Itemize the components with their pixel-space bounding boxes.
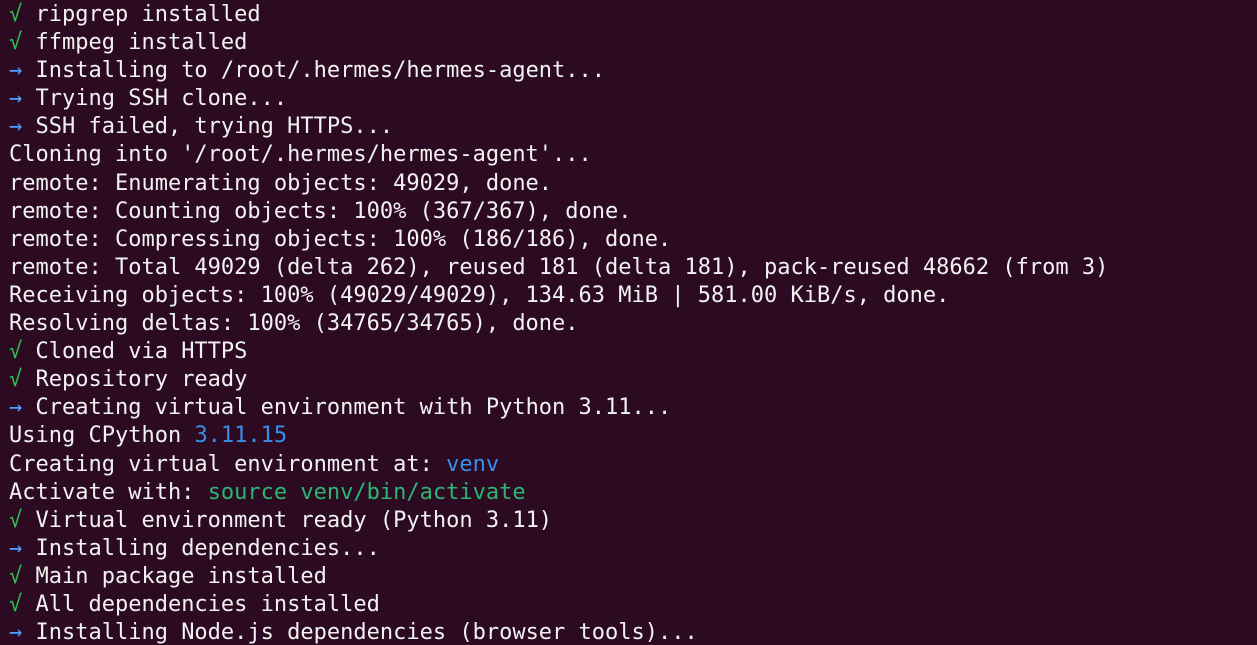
- checkmark-icon: √: [9, 367, 23, 393]
- line-text: ripgrep installed: [22, 2, 261, 27]
- terminal-output: √ ripgrep installed √ ffmpeg installed → I…: [9, 1, 1257, 645]
- line-text: Creating virtual environment with Python…: [22, 395, 672, 421]
- line-text: remote: Counting objects: 100% (367/367)…: [9, 198, 632, 224]
- terminal-line: → Installing to /root/.hermes/hermes-age…: [9, 57, 1257, 85]
- line-text: Virtual environment ready (Python 3.11): [22, 507, 553, 533]
- terminal-line: remote: Compressing objects: 100% (186/1…: [9, 226, 1257, 254]
- line-text: Installing to /root/.hermes/hermes-agent…: [22, 58, 606, 84]
- terminal-line: remote: Total 49029 (delta 262), reused …: [9, 254, 1257, 282]
- terminal-line: √ Cloned via HTTPS: [9, 338, 1257, 366]
- terminal-line: → SSH failed, trying HTTPS...: [9, 113, 1257, 141]
- line-text: Installing Node.js dependencies (browser…: [22, 620, 698, 645]
- arrow-right-icon: →: [9, 620, 23, 645]
- checkmark-icon: √: [9, 30, 23, 56]
- line-text: ffmpeg installed: [22, 30, 248, 56]
- terminal-line: → Installing dependencies...: [9, 535, 1257, 563]
- line-text: Repository ready: [22, 367, 248, 393]
- line-text: Cloning into '/root/.hermes/hermes-agent…: [9, 142, 592, 168]
- terminal-line: Creating virtual environment at: venv: [9, 451, 1257, 479]
- arrow-right-icon: →: [9, 58, 23, 84]
- terminal-line: √ ripgrep installed: [9, 1, 1257, 29]
- line-text: remote: Total 49029 (delta 262), reused …: [9, 254, 1109, 280]
- terminal-line: √ ffmpeg installed: [9, 29, 1257, 57]
- terminal-line: √ All dependencies installed: [9, 591, 1257, 619]
- terminal-line: √ Repository ready: [9, 366, 1257, 394]
- checkmark-icon: √: [9, 563, 23, 589]
- terminal-line: Receiving objects: 100% (49029/49029), 1…: [9, 282, 1257, 310]
- line-text: Resolving deltas: 100% (34765/34765), do…: [9, 311, 579, 337]
- line-text: Receiving objects: 100% (49029/49029), 1…: [9, 282, 950, 308]
- terminal-line: → Installing Node.js dependencies (brows…: [9, 619, 1257, 645]
- terminal-line: Activate with: source venv/bin/activate: [9, 479, 1257, 507]
- terminal-line: remote: Enumerating objects: 49029, done…: [9, 170, 1257, 198]
- line-text: Activate with:: [9, 479, 208, 505]
- line-text: Using CPython: [9, 423, 195, 449]
- terminal-line: Using CPython 3.11.15: [9, 422, 1257, 450]
- terminal-line: Cloning into '/root/.hermes/hermes-agent…: [9, 141, 1257, 169]
- checkmark-icon: √: [9, 507, 23, 533]
- checkmark-icon: √: [9, 591, 23, 617]
- arrow-right-icon: →: [9, 86, 23, 112]
- highlighted-text: source venv/bin/activate: [207, 479, 526, 505]
- line-text: remote: Enumerating objects: 49029, done…: [9, 170, 553, 196]
- terminal-line: √ Virtual environment ready (Python 3.11…: [9, 507, 1257, 535]
- arrow-right-icon: →: [9, 395, 23, 421]
- line-text: Installing dependencies...: [22, 535, 380, 561]
- line-text: SSH failed, trying HTTPS...: [22, 114, 394, 140]
- terminal-line: → Trying SSH clone...: [9, 85, 1257, 113]
- line-text: Cloned via HTTPS: [22, 339, 248, 365]
- terminal-line: → Creating virtual environment with Pyth…: [9, 394, 1257, 422]
- checkmark-icon: √: [9, 2, 23, 27]
- arrow-right-icon: →: [9, 535, 23, 561]
- highlighted-text: 3.11.15: [194, 423, 288, 449]
- highlighted-text: venv: [446, 451, 500, 477]
- terminal-window[interactable]: √ ripgrep installed √ ffmpeg installed → I…: [0, 0, 1257, 645]
- line-text: All dependencies installed: [22, 591, 380, 617]
- line-text: Creating virtual environment at:: [9, 451, 447, 477]
- line-text: remote: Compressing objects: 100% (186/1…: [9, 226, 672, 252]
- arrow-right-icon: →: [9, 114, 23, 140]
- line-text: Main package installed: [22, 563, 327, 589]
- terminal-line: √ Main package installed: [9, 563, 1257, 591]
- checkmark-icon: √: [9, 339, 23, 365]
- line-text: Trying SSH clone...: [22, 86, 288, 112]
- terminal-line: remote: Counting objects: 100% (367/367)…: [9, 198, 1257, 226]
- terminal-line: Resolving deltas: 100% (34765/34765), do…: [9, 310, 1257, 338]
